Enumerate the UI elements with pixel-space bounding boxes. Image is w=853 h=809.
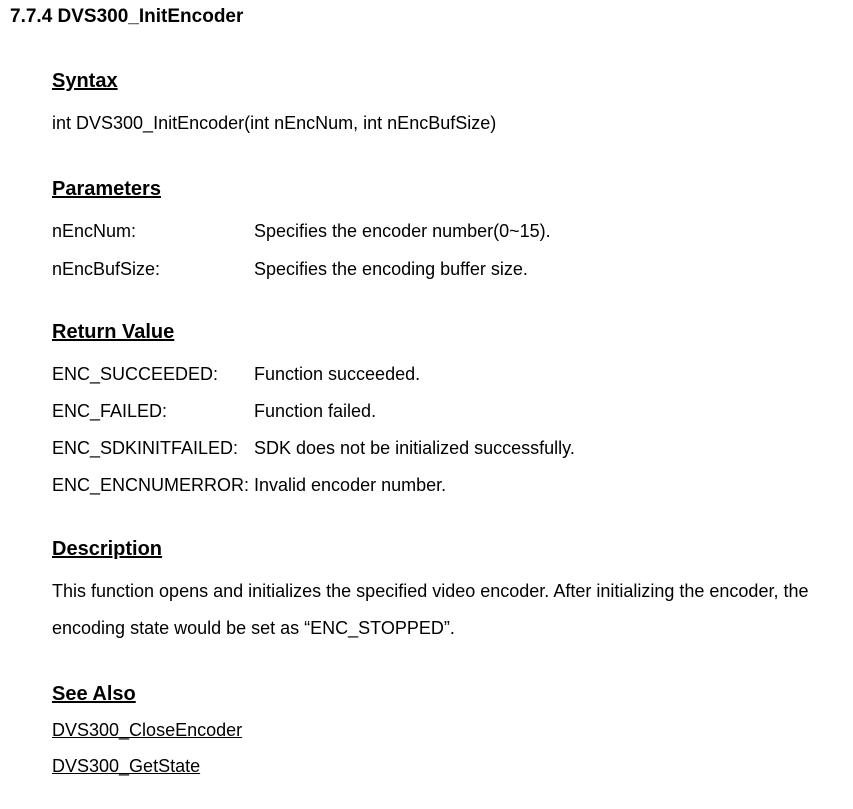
- table-row: nEncBufSize: Specifies the encoding buff…: [52, 251, 551, 288]
- return-desc: Function succeeded.: [254, 356, 575, 393]
- syntax-line: int DVS300_InitEncoder(int nEncNum, int …: [52, 105, 843, 142]
- description-heading: Description: [52, 535, 162, 563]
- parameters-table: nEncNum: Specifies the encoder number(0~…: [52, 213, 551, 287]
- return-value-heading: Return Value: [52, 318, 174, 346]
- section-number-title: 7.7.4 DVS300_InitEncoder: [10, 4, 843, 31]
- return-name: ENC_SUCCEEDED:: [52, 356, 254, 393]
- return-name: ENC_SDKINITFAILED:: [52, 430, 254, 467]
- return-value-table: ENC_SUCCEEDED: Function succeeded. ENC_F…: [52, 356, 575, 505]
- table-row: nEncNum: Specifies the encoder number(0~…: [52, 213, 551, 250]
- spacer: [52, 511, 843, 535]
- return-desc: Invalid encoder number.: [254, 467, 575, 504]
- table-row: ENC_FAILED: Function failed.: [52, 393, 575, 430]
- table-row: ENC_SUCCEEDED: Function succeeded.: [52, 356, 575, 393]
- return-desc: SDK does not be initialized successfully…: [254, 430, 575, 467]
- see-also-heading: See Also: [52, 680, 136, 708]
- syntax-heading: Syntax: [52, 67, 118, 95]
- spacer: [52, 656, 843, 680]
- return-name: ENC_FAILED:: [52, 393, 254, 430]
- see-also-link[interactable]: DVS300_CloseEncoder: [52, 718, 843, 743]
- param-name: nEncNum:: [52, 213, 254, 250]
- param-name: nEncBufSize:: [52, 251, 254, 288]
- param-desc: Specifies the encoder number(0~15).: [254, 213, 551, 250]
- content: Syntax int DVS300_InitEncoder(int nEncNu…: [10, 67, 843, 779]
- spacer: [52, 294, 843, 318]
- return-desc: Function failed.: [254, 393, 575, 430]
- see-also-link[interactable]: DVS300_GetState: [52, 754, 843, 779]
- description-text: This function opens and initializes the …: [52, 573, 843, 647]
- table-row: ENC_SDKINITFAILED: SDK does not be initi…: [52, 430, 575, 467]
- page: 7.7.4 DVS300_InitEncoder Syntax int DVS3…: [0, 0, 853, 799]
- parameters-heading: Parameters: [52, 175, 161, 203]
- table-row: ENC_ENCNUMERROR: Invalid encoder number.: [52, 467, 575, 504]
- param-desc: Specifies the encoding buffer size.: [254, 251, 551, 288]
- spacer: [52, 151, 843, 175]
- return-name: ENC_ENCNUMERROR:: [52, 467, 254, 504]
